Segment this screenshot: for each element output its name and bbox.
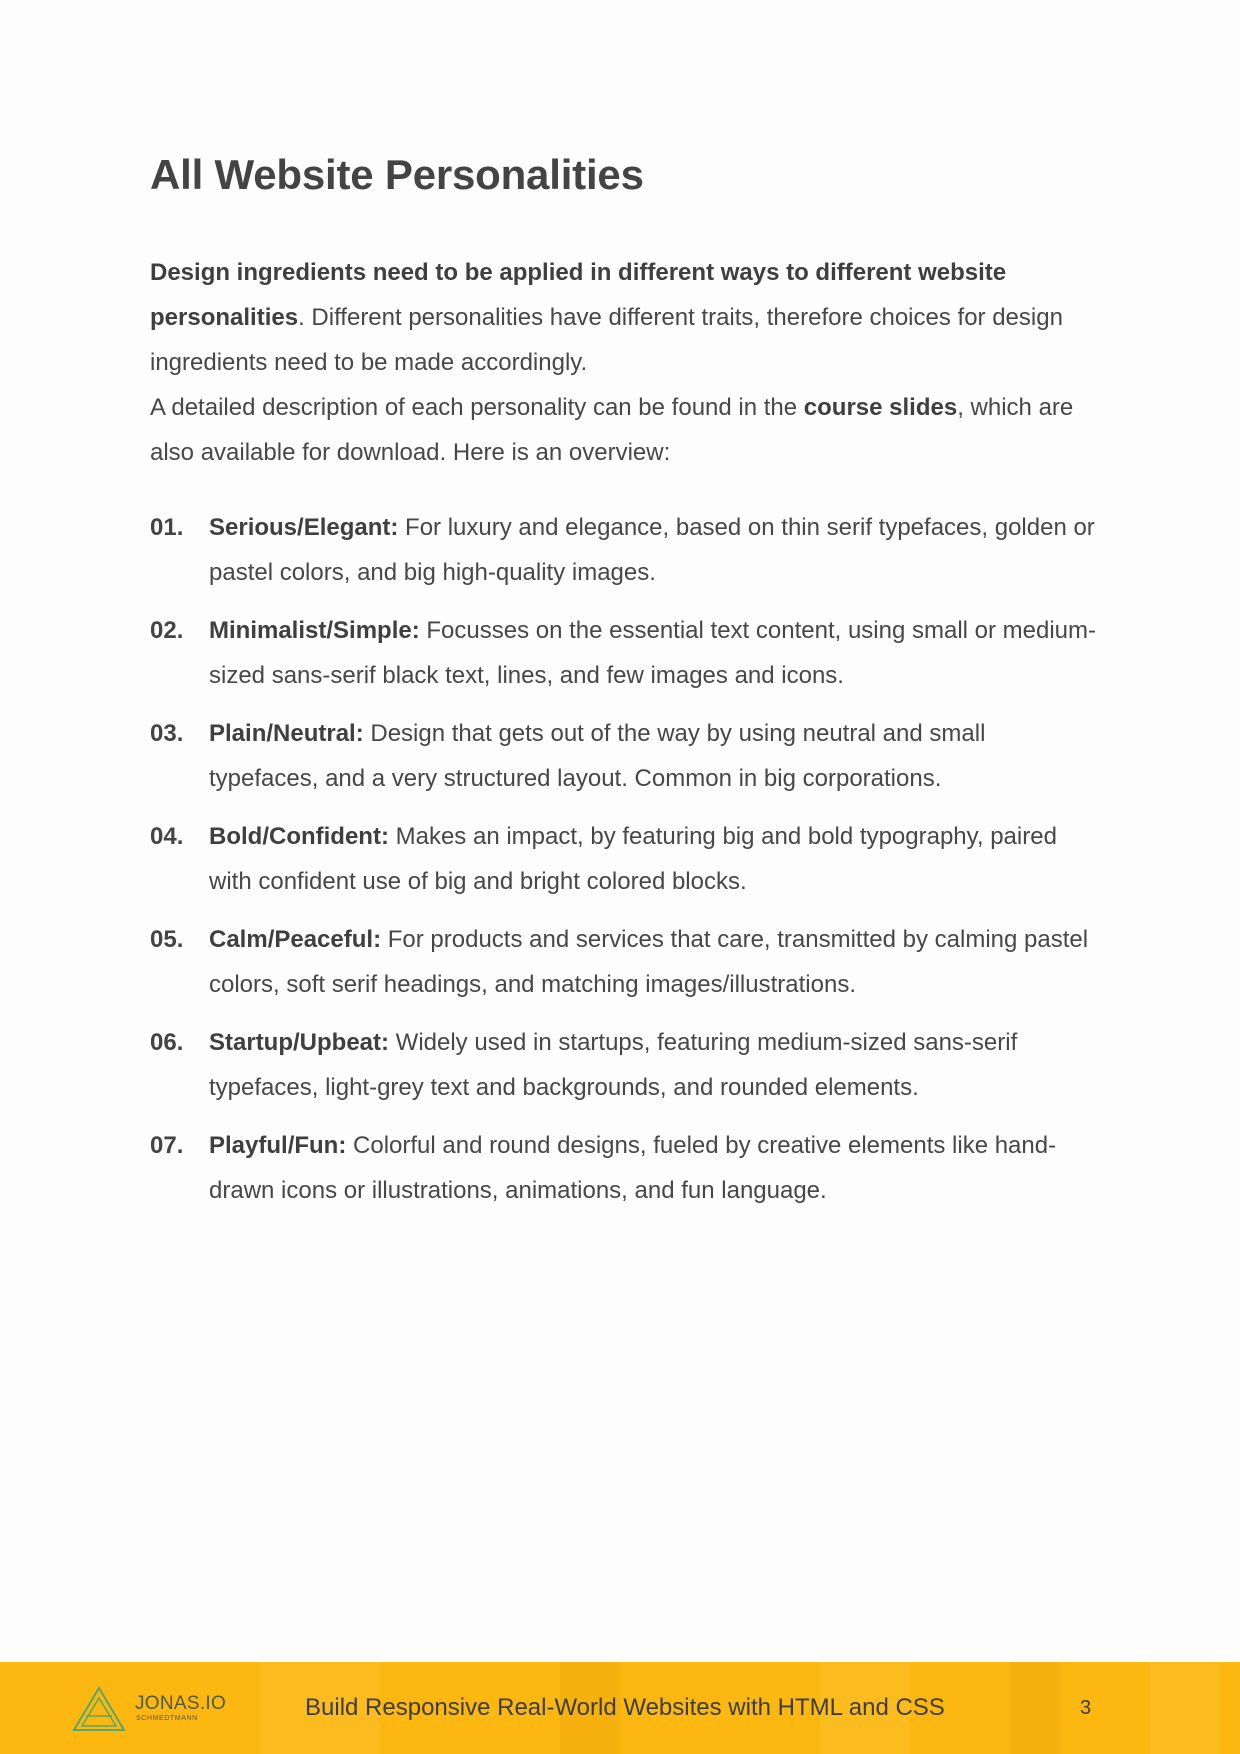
item-term: Bold/Confident: [209,823,389,850]
page-content: All Website Personalities Design ingredi… [150,144,1100,1226]
item-term: Plain/Neutral: [209,720,364,747]
item-term: Playful/Fun: [209,1132,347,1159]
item-number: 06. [150,1029,184,1056]
brand-logo: JONAS.IO SCHMEDTMANN [72,1686,232,1732]
list-item: 06. Startup/Upbeat: Widely used in startu… [150,1020,1100,1110]
personality-list: 01. Serious/Elegant: For luxury and elega… [150,505,1100,1213]
item-number: 02. [150,617,184,644]
page-footer: JONAS.IO SCHMEDTMANN Build Responsive Re… [0,1662,1240,1754]
list-item: 07. Playful/Fun: Colorful and round desig… [150,1123,1100,1213]
list-item: 02. Minimalist/Simple: Focusses on the es… [150,608,1100,698]
footer-decoration [1010,1662,1060,1754]
item-term: Minimalist/Simple: [209,617,420,644]
item-term: Calm/Peaceful: [209,926,382,953]
item-term: Startup/Upbeat: [209,1029,389,1056]
page-title: All Website Personalities [150,151,644,198]
item-number: 01. [150,514,184,541]
item-number: 05. [150,926,184,953]
intro-paragraph-2: A detailed description of each personali… [150,385,1100,475]
list-item: 03. Plain/Neutral: Design that gets out o… [150,711,1100,801]
intro-section: Design ingredients need to be applied in… [150,250,1100,475]
list-item: 05. Calm/Peaceful: For products and servi… [150,917,1100,1007]
intro-paragraph-1: Design ingredients need to be applied in… [150,250,1100,385]
item-number: 04. [150,823,184,850]
item-term: Serious/Elegant: [209,514,399,541]
course-slides-emphasis: course slides [803,394,958,421]
footer-course-title: Build Responsive Real-World Websites wit… [305,1694,945,1721]
logo-subtitle: SCHMEDTMANN [136,1715,198,1722]
item-number: 07. [150,1132,184,1159]
page-number: 3 [1080,1697,1092,1719]
list-item: 04. Bold/Confident: Makes an impact, by f… [150,814,1100,904]
item-number: 03. [150,720,184,747]
logo-name: JONAS.IO [135,1693,227,1714]
intro-text: A detailed description of each personali… [150,394,804,421]
footer-decoration [1150,1662,1220,1754]
triangle-logo-icon [72,1686,126,1731]
list-item: 01. Serious/Elegant: For luxury and elega… [150,505,1100,595]
